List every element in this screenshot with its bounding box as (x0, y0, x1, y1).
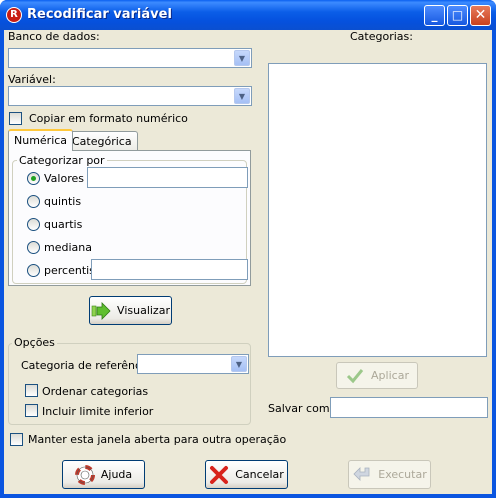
help-label: Ajuda (100, 468, 133, 481)
valores-input[interactable] (87, 167, 248, 188)
save-as-input[interactable] (330, 397, 488, 418)
copy-numeric-label: Copiar em formato numérico (29, 112, 188, 125)
reference-category-select[interactable]: ▼ (137, 354, 249, 374)
include-lower-label: Incluir limite inferior (42, 405, 154, 418)
sort-categories-checkbox[interactable] (25, 384, 38, 397)
title-bar[interactable]: R Recodificar variável _ □ ✕ (0, 0, 496, 30)
dialog-window: R Recodificar variável _ □ ✕ Banco de da… (0, 0, 496, 498)
radio-percentis-label: percentis (44, 264, 95, 277)
radio-percentis[interactable] (27, 264, 40, 277)
radio-quartis-label: quartis (44, 218, 83, 231)
execute-arrow-icon (352, 465, 372, 485)
tab-numerica[interactable]: Numérica (8, 129, 74, 151)
tab-categorica[interactable]: Categórica (66, 131, 138, 151)
chevron-down-icon[interactable]: ▼ (234, 88, 250, 104)
numeric-tab-panel: Categorizar por Valores quintis quartis … (8, 150, 251, 286)
keep-open-checkbox[interactable] (10, 433, 23, 446)
keep-open-label: Manter esta janela aberta para outra ope… (28, 433, 287, 446)
percentis-input[interactable] (91, 259, 248, 280)
dialog-body: Banco de dados: ▼ Variável: ▼ Copiar em … (4, 30, 492, 494)
database-label: Banco de dados: (8, 30, 100, 43)
checkmark-icon (345, 366, 365, 386)
visualize-button[interactable]: Visualizar (89, 296, 172, 325)
options-title: Opções (12, 336, 57, 349)
copy-numeric-checkbox[interactable] (9, 112, 22, 125)
radio-quartis[interactable] (27, 218, 40, 231)
radio-mediana-label: mediana (44, 241, 92, 254)
arrow-right-icon (91, 301, 111, 321)
apply-label: Aplicar (371, 369, 409, 382)
variable-label: Variável: (8, 73, 56, 86)
categories-list[interactable] (268, 63, 487, 357)
apply-button[interactable]: Aplicar (336, 362, 418, 389)
app-r-icon: R (6, 7, 22, 23)
categories-label: Categorias: (350, 30, 413, 43)
chevron-down-icon[interactable]: ▼ (234, 50, 250, 66)
cancel-button[interactable]: Cancelar (205, 460, 288, 489)
execute-button[interactable]: Executar (348, 460, 431, 489)
visualize-label: Visualizar (117, 304, 170, 317)
lifebuoy-icon (74, 464, 95, 485)
maximize-button[interactable]: □ (447, 5, 468, 26)
radio-quintis-label: quintis (44, 195, 82, 208)
radio-mediana[interactable] (27, 241, 40, 254)
chevron-down-icon[interactable]: ▼ (231, 356, 247, 372)
help-button[interactable]: Ajuda (62, 460, 145, 489)
close-button[interactable]: ✕ (470, 5, 491, 26)
database-select[interactable]: ▼ (8, 48, 252, 68)
include-lower-checkbox[interactable] (25, 404, 38, 417)
radio-quintis[interactable] (27, 195, 40, 208)
execute-label: Executar (378, 468, 427, 481)
window-title: Recodificar variável (27, 7, 172, 22)
categorize-title: Categorizar por (17, 154, 107, 167)
radio-valores[interactable] (27, 172, 40, 185)
radio-valores-label: Valores (44, 172, 84, 185)
cancel-label: Cancelar (235, 468, 284, 481)
red-x-icon (209, 465, 229, 485)
variable-select[interactable]: ▼ (8, 86, 252, 106)
reference-category-label: Categoria de referência (21, 359, 151, 372)
sort-categories-label: Ordenar categorias (42, 385, 149, 398)
minimize-button[interactable]: _ (424, 5, 445, 26)
